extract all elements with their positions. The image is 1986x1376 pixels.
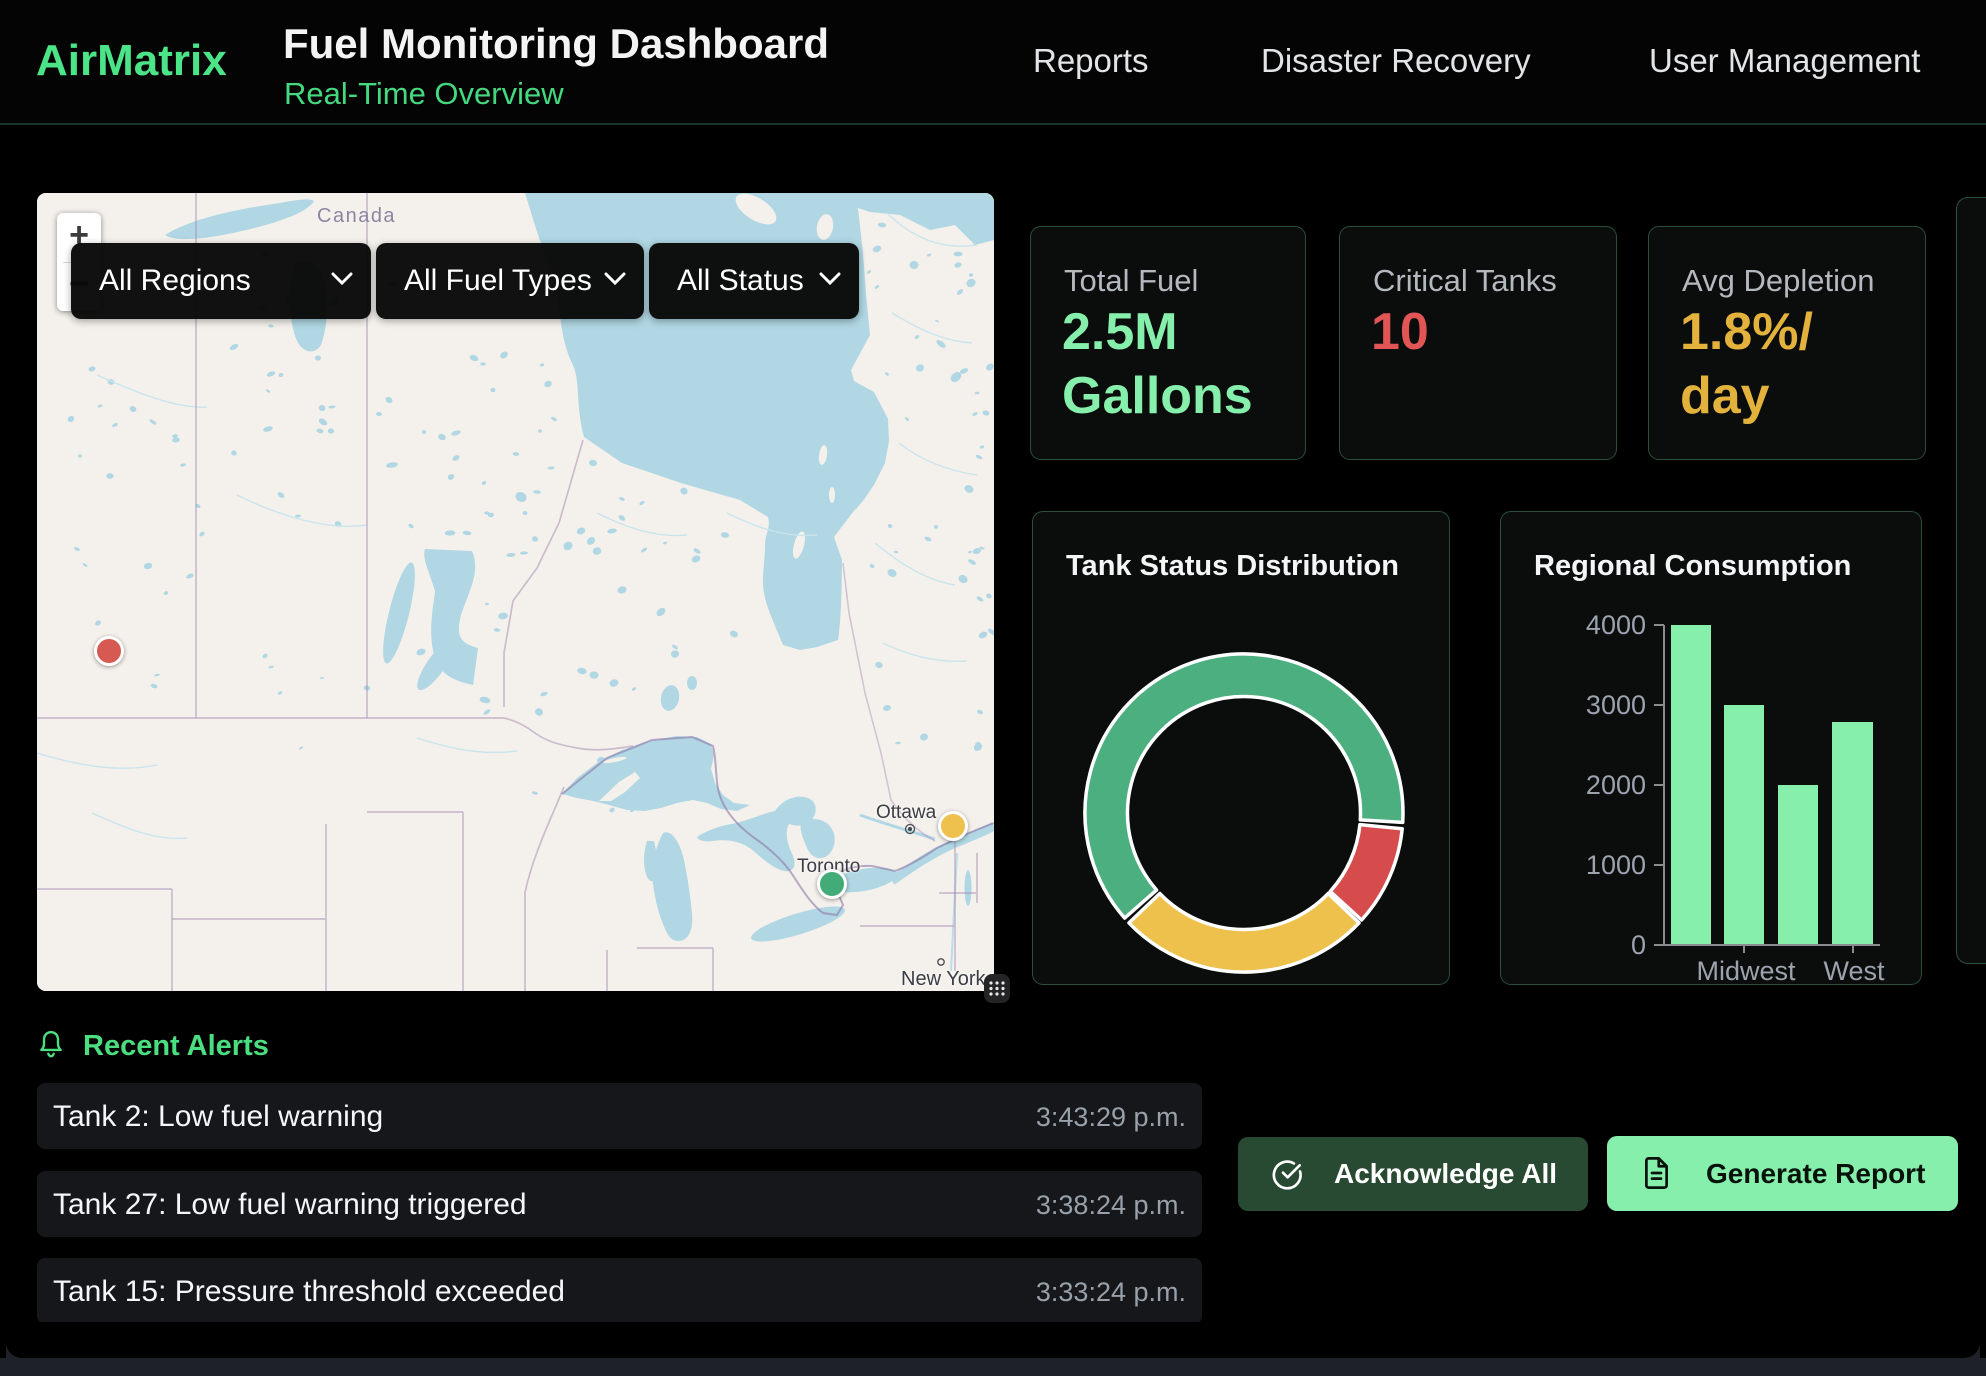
svg-text:0: 0 [1631, 930, 1646, 960]
svg-text:New York: New York [901, 968, 986, 990]
svg-text:Midwest: Midwest [1696, 956, 1796, 986]
svg-text:West: West [1823, 956, 1885, 986]
svg-text:4000: 4000 [1586, 610, 1646, 640]
svg-text:Canada: Canada [317, 205, 396, 227]
svg-text:3000: 3000 [1586, 690, 1646, 720]
svg-text:Ottawa: Ottawa [876, 802, 937, 823]
svg-text:1000: 1000 [1586, 850, 1646, 880]
svg-text:2000: 2000 [1586, 770, 1646, 800]
